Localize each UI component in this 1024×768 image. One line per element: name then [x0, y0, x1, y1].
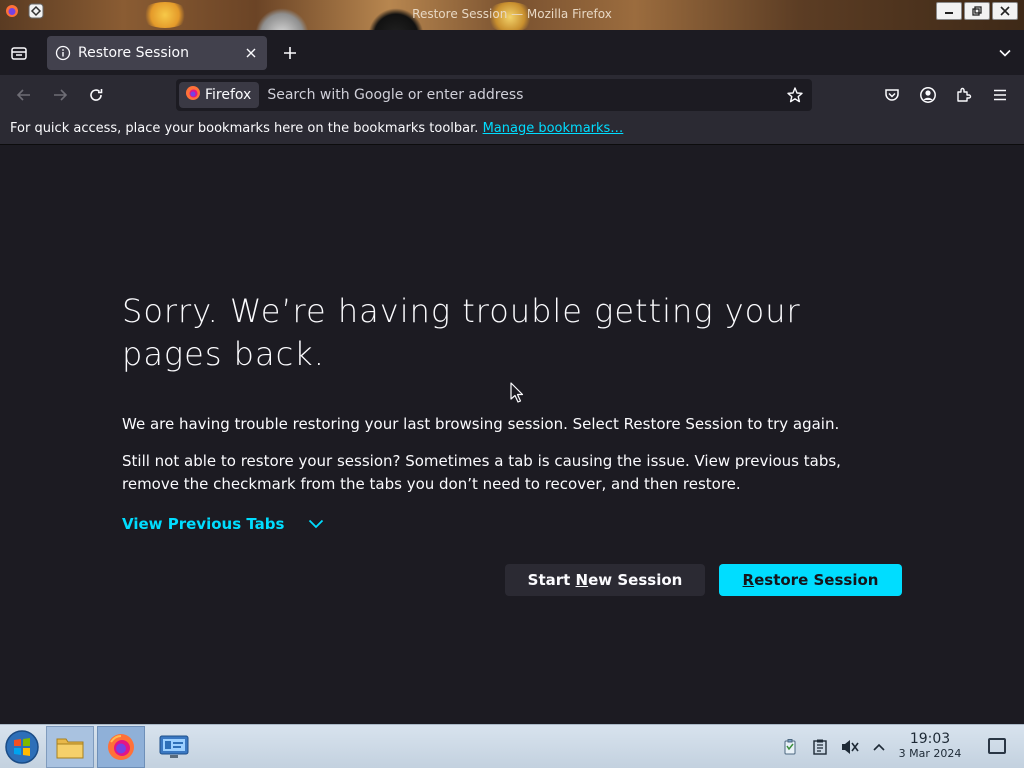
forward-icon[interactable]: [48, 83, 72, 107]
notes-icon[interactable]: [810, 737, 830, 757]
description-paragraph-1: We are having trouble restoring your las…: [122, 415, 840, 433]
restore-button[interactable]: [964, 2, 990, 20]
view-previous-tabs-toggle[interactable]: View Previous Tabs: [122, 515, 324, 533]
restore-session-accesskey: R: [742, 571, 755, 589]
tab-strip: Restore Session: [0, 30, 1024, 75]
clock[interactable]: 19:03 3 Mar 2024: [892, 731, 968, 761]
info-icon: [55, 45, 71, 61]
start-new-session-accesskey: N: [575, 571, 589, 589]
pocket-icon[interactable]: [880, 83, 904, 107]
identity-label: Firefox: [205, 87, 252, 103]
clock-date: 3 Mar 2024: [898, 747, 962, 760]
tray-expand-icon[interactable]: [869, 737, 889, 757]
reload-icon[interactable]: [84, 83, 108, 107]
new-tab-button[interactable]: [279, 42, 301, 64]
volume-muted-icon[interactable]: [840, 737, 860, 757]
manage-bookmarks-link[interactable]: Manage bookmarks…: [483, 121, 624, 136]
firefox-icon: [185, 85, 201, 105]
file-manager-icon[interactable]: [46, 726, 94, 768]
firefox-icon[interactable]: [97, 726, 145, 768]
description-paragraph-2: Still not able to restore your session? …: [122, 452, 841, 493]
start-new-session-button[interactable]: Start New Session: [505, 564, 705, 596]
show-desktop-icon[interactable]: [988, 738, 1006, 754]
bookmarks-hint-text: For quick access, place your bookmarks h…: [10, 121, 479, 136]
start-new-session-label-pre: Start: [527, 571, 576, 589]
navigation-toolbar: Firefox: [0, 75, 1024, 115]
start-new-session-label-post: ew Session: [588, 571, 683, 589]
window-title: Restore Session — Mozilla Firefox: [412, 7, 612, 21]
system-monitor-icon[interactable]: [150, 726, 198, 768]
back-icon[interactable]: [12, 83, 36, 107]
search-input[interactable]: [267, 87, 782, 103]
minimize-button[interactable]: [936, 2, 962, 20]
view-previous-tabs-label: View Previous Tabs: [122, 515, 285, 533]
menu-icon[interactable]: [988, 83, 1012, 107]
list-all-tabs-icon[interactable]: [994, 42, 1016, 64]
restore-session-label: estore Session: [754, 571, 879, 589]
restore-session-button[interactable]: Restore Session: [719, 564, 902, 596]
clock-time: 19:03: [909, 731, 951, 747]
mouse-cursor-icon: [510, 382, 524, 408]
page-content: Sorry. We’re having trouble getting your…: [0, 145, 1024, 724]
screen: Restore Session — Mozilla Firefox Restor…: [0, 0, 1024, 768]
page-title: Sorry. We’re having trouble getting your…: [122, 292, 801, 373]
tab-restore-session[interactable]: Restore Session: [47, 36, 267, 70]
window-titlebar[interactable]: Restore Session — Mozilla Firefox: [0, 0, 1024, 64]
bookmarks-toolbar: For quick access, place your bookmarks h…: [0, 115, 1024, 145]
taskbar: 19:03 3 Mar 2024: [0, 724, 1024, 768]
extensions-icon[interactable]: [952, 83, 976, 107]
close-button[interactable]: [992, 2, 1018, 20]
url-bar[interactable]: Firefox: [176, 79, 812, 111]
tab-close-icon[interactable]: [239, 41, 263, 65]
chevron-down-icon: [308, 519, 324, 529]
firefox-view-icon[interactable]: [8, 42, 30, 64]
identity-box[interactable]: Firefox: [179, 82, 260, 108]
clipboard-icon[interactable]: [780, 737, 800, 757]
tab-label: Restore Session: [78, 45, 189, 61]
account-icon[interactable]: [916, 83, 940, 107]
start-menu-icon[interactable]: [4, 729, 40, 765]
bookmark-star-icon[interactable]: [782, 82, 808, 108]
